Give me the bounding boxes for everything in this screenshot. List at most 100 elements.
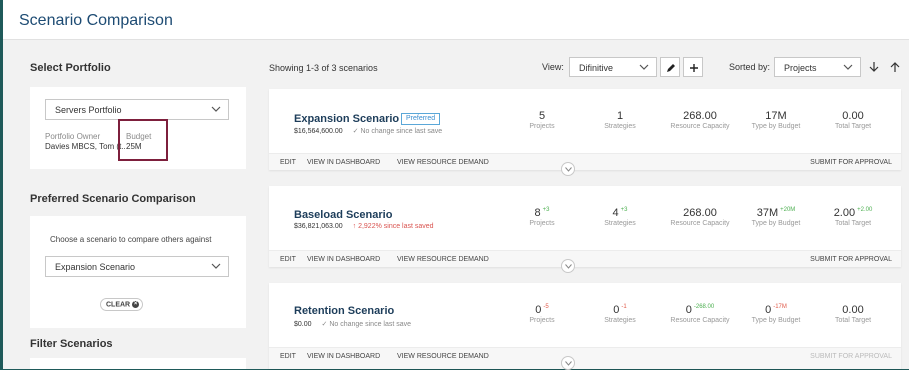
metric-capacity: 0 -268.00 Resource Capacity bbox=[660, 304, 740, 324]
scenario-name[interactable]: Expansion Scenario bbox=[294, 113, 399, 125]
metric-delta: +20M bbox=[780, 207, 796, 213]
edit-link[interactable]: EDIT bbox=[280, 159, 296, 166]
scenario-cost-value: $16,564,600.00 bbox=[294, 128, 343, 135]
page-header: Scenario Comparison bbox=[3, 0, 909, 40]
metric-budget: 0 -17M Type by Budget bbox=[736, 304, 816, 324]
metric-label: Type by Budget bbox=[751, 317, 801, 324]
view-select[interactable]: Difinitive bbox=[569, 57, 657, 77]
metric-delta: -17M bbox=[773, 304, 787, 310]
metric-value-group: 8 +3 bbox=[502, 207, 582, 219]
change-text: No change since last save bbox=[329, 321, 412, 328]
preferred-select-value: Expansion Scenario bbox=[55, 262, 136, 272]
sort-descending-button[interactable] bbox=[864, 57, 884, 77]
left-panel: Select Portfolio Servers Portfolio Portf… bbox=[3, 40, 258, 369]
clear-button[interactable]: CLEAR × bbox=[100, 298, 143, 311]
change-text: 2,922% since last saved bbox=[358, 223, 434, 230]
view-label: View: bbox=[542, 62, 564, 72]
metric-value: 0 bbox=[685, 304, 692, 316]
metric-label: Total Target bbox=[834, 317, 872, 324]
view-resource-demand-link[interactable]: VIEW RESOURCE DEMAND bbox=[397, 159, 489, 166]
preferred-title: Preferred Scenario Comparison bbox=[30, 193, 196, 205]
metric-label: Projects bbox=[529, 317, 555, 324]
metric-strategies: 1 Strategies bbox=[580, 110, 660, 130]
metric-projects: 0 -5 Projects bbox=[502, 304, 582, 324]
portfolio-select-value: Servers Portfolio bbox=[55, 105, 122, 115]
metric-value: 0 bbox=[765, 304, 772, 316]
scenario-card: Expansion Scenario Preferred $16,564,600… bbox=[269, 89, 901, 176]
metric-capacity: 268.00 Resource Capacity bbox=[660, 207, 740, 227]
expand-button[interactable] bbox=[561, 162, 575, 176]
metric-value-group: 0 -1 bbox=[580, 304, 660, 316]
chevron-down-icon bbox=[843, 64, 853, 70]
expand-button[interactable] bbox=[561, 356, 575, 370]
scenario-card: Retention Scenario $0.00 ✓ No change sin… bbox=[269, 283, 901, 370]
metric-value: 268.00 bbox=[683, 110, 717, 122]
chevron-down-icon bbox=[565, 167, 572, 172]
clear-label: CLEAR bbox=[106, 301, 131, 309]
preferred-hint: Choose a scenario to compare others agai… bbox=[50, 235, 212, 244]
metric-value-group: 0 -268.00 bbox=[660, 304, 740, 316]
submit-for-approval-link[interactable]: SUBMIT FOR APPROVAL bbox=[810, 159, 892, 166]
metric-strategies: 0 -1 Strategies bbox=[580, 304, 660, 324]
close-icon: × bbox=[132, 301, 140, 308]
metric-strategies: 4 +3 Strategies bbox=[580, 207, 660, 227]
metric-target: 0.00 Total Target bbox=[813, 304, 893, 324]
submit-for-approval-link[interactable]: SUBMIT FOR APPROVAL bbox=[810, 256, 892, 263]
change-status: ✓ No change since last save bbox=[321, 321, 411, 328]
filter-title: Filter Scenarios bbox=[30, 338, 113, 350]
scenario-name[interactable]: Baseload Scenario bbox=[294, 209, 392, 221]
arrow-up-icon bbox=[890, 62, 900, 72]
scenario-cost-value: $0.00 bbox=[294, 321, 312, 328]
page-title: Scenario Comparison bbox=[19, 12, 173, 29]
sorted-label: Sorted by: bbox=[729, 62, 771, 72]
card-footer: EDIT VIEW IN DASHBOARD VIEW RESOURCE DEM… bbox=[269, 250, 901, 273]
metric-value: 4 bbox=[612, 207, 619, 219]
metric-label: Projects bbox=[529, 220, 555, 227]
view-resource-demand-link[interactable]: VIEW RESOURCE DEMAND bbox=[397, 256, 489, 263]
metric-delta: -1 bbox=[621, 304, 627, 310]
metric-label: Total Target bbox=[834, 220, 872, 227]
metric-target: 0.00 Total Target bbox=[813, 110, 893, 130]
metric-value: 2.00 bbox=[833, 207, 856, 219]
metric-value-group: 0 -5 bbox=[502, 304, 582, 316]
metric-label: Resource Capacity bbox=[670, 220, 730, 227]
scenario-name[interactable]: Retention Scenario bbox=[294, 305, 394, 317]
view-in-dashboard-link[interactable]: VIEW IN DASHBOARD bbox=[307, 159, 380, 166]
sort-select[interactable]: Projects bbox=[774, 57, 861, 77]
preferred-select[interactable]: Expansion Scenario bbox=[45, 256, 229, 277]
metric-value: 17M bbox=[765, 110, 787, 122]
metric-delta: +3 bbox=[542, 207, 550, 213]
edit-view-button[interactable] bbox=[660, 57, 680, 77]
metric-value: 0 bbox=[613, 304, 620, 316]
scenario-cost: $16,564,600.00 ✓ No change since last sa… bbox=[294, 127, 442, 135]
edit-link[interactable]: EDIT bbox=[280, 256, 296, 263]
metric-value-group: 2.00 +2.00 bbox=[813, 207, 893, 219]
pencil-icon bbox=[667, 64, 675, 72]
expand-button[interactable] bbox=[561, 259, 575, 273]
portfolio-select[interactable]: Servers Portfolio bbox=[45, 99, 229, 120]
metric-label: Type by Budget bbox=[751, 123, 801, 130]
showing-count: Showing 1-3 of 3 scenarios bbox=[269, 63, 378, 73]
metric-target: 2.00 +2.00 Total Target bbox=[813, 207, 893, 227]
scenario-cost-value: $36,821,063.00 bbox=[294, 223, 343, 230]
sort-select-value: Projects bbox=[784, 63, 817, 73]
scenario-cost: $36,821,063.00 ↑ 2,922% since last saved bbox=[294, 223, 434, 230]
metric-budget: 17M Type by Budget bbox=[736, 110, 816, 130]
view-select-value: Difinitive bbox=[579, 63, 614, 73]
scenario-card: Baseload Scenario $36,821,063.00 ↑ 2,922… bbox=[269, 186, 901, 273]
sort-ascending-button[interactable] bbox=[885, 57, 905, 77]
metric-label: Strategies bbox=[604, 317, 636, 324]
change-text: No change since last save bbox=[360, 128, 443, 135]
chevron-down-icon bbox=[565, 361, 572, 366]
preferred-badge: Preferred bbox=[401, 113, 441, 125]
view-in-dashboard-link[interactable]: VIEW IN DASHBOARD bbox=[307, 353, 380, 360]
add-view-button[interactable] bbox=[683, 57, 703, 77]
budget-label: Budget bbox=[126, 132, 152, 141]
metric-delta: -268.00 bbox=[693, 304, 715, 310]
chevron-down-icon bbox=[639, 64, 649, 70]
edit-link[interactable]: EDIT bbox=[280, 353, 296, 360]
view-resource-demand-link[interactable]: VIEW RESOURCE DEMAND bbox=[397, 353, 489, 360]
preferred-card: Choose a scenario to compare others agai… bbox=[30, 216, 246, 328]
metric-label: Strategies bbox=[604, 123, 636, 130]
view-in-dashboard-link[interactable]: VIEW IN DASHBOARD bbox=[307, 256, 380, 263]
